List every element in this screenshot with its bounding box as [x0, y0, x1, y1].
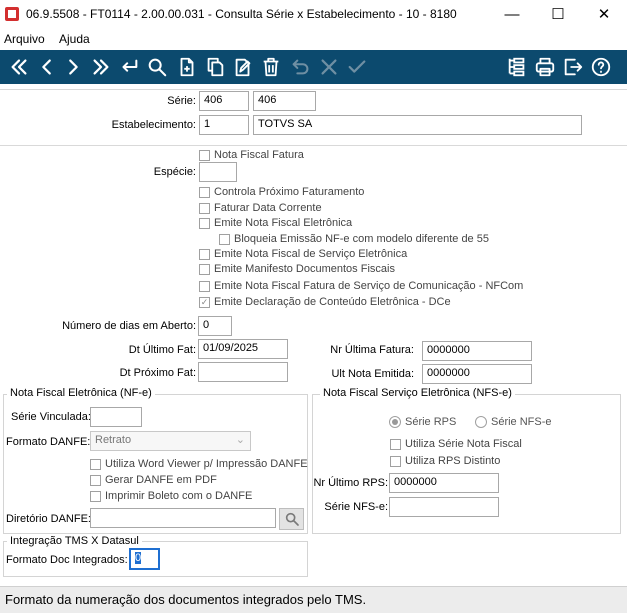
formato-doc-label: Formato Doc Integrados:	[6, 554, 128, 566]
separator	[0, 145, 627, 146]
dt-ultimo-fat-label: Dt Último Fat:	[128, 344, 196, 356]
dt-proximo-fat-field[interactable]	[198, 362, 288, 382]
nota-fiscal-fatura-checkbox[interactable]: Nota Fiscal Fatura	[199, 149, 304, 161]
formato-doc-value: 0	[135, 552, 142, 564]
serie-label: Série:	[167, 95, 196, 107]
print-icon[interactable]	[532, 54, 558, 80]
serie-rps-radio[interactable]: Série RPS	[389, 416, 456, 428]
formato-doc-field[interactable]: 0	[129, 548, 160, 570]
confirm-icon[interactable]	[344, 54, 370, 80]
serie-desc-field: 406	[253, 91, 316, 111]
ult-nota-emitida-label: Ult Nota Emitida:	[331, 368, 414, 380]
goto-icon[interactable]	[116, 54, 142, 80]
utiliza-rps-distinto-checkbox[interactable]: Utiliza RPS Distinto	[390, 455, 500, 467]
title-bar: 06.9.5508 - FT0114 - 2.00.00.031 - Consu…	[0, 0, 627, 28]
cancel-icon[interactable]	[316, 54, 342, 80]
status-bar: Formato da numeração dos documentos inte…	[0, 586, 627, 613]
emite-nfcom-checkbox[interactable]: Emite Nota Fiscal Fatura de Serviço de C…	[199, 280, 523, 292]
nr-ultima-fatura-field[interactable]: 0000000	[422, 341, 532, 361]
estab-desc-field: TOTVS SA	[253, 115, 582, 135]
ult-nota-emitida-field[interactable]: 0000000	[422, 364, 532, 384]
nr-ultimo-rps-field[interactable]: 0000000	[389, 473, 499, 493]
dt-ultimo-fat-field[interactable]: 01/09/2025	[198, 339, 288, 359]
serie-nfse-radio[interactable]: Série NFS-e	[475, 416, 552, 428]
last-icon[interactable]	[88, 54, 114, 80]
especie-field[interactable]	[199, 162, 237, 182]
copy-icon[interactable]	[202, 54, 228, 80]
status-text: Formato da numeração dos documentos inte…	[5, 592, 367, 607]
serie-nfse-label: Série NFS-e:	[324, 501, 388, 513]
emite-nfe-checkbox[interactable]: Emite Nota Fiscal Eletrônica	[199, 217, 352, 229]
edit-icon[interactable]	[230, 54, 256, 80]
delete-icon[interactable]	[258, 54, 284, 80]
gerar-pdf-checkbox[interactable]: Gerar DANFE em PDF	[90, 474, 217, 486]
next-icon[interactable]	[60, 54, 86, 80]
emite-nfse-checkbox[interactable]: Emite Nota Fiscal de Serviço Eletrônica	[199, 248, 407, 260]
nfse-group-legend: Nota Fiscal Serviço Eletrônica (NFS-e)	[320, 387, 515, 399]
dt-proximo-fat-label: Dt Próximo Fat:	[119, 367, 196, 379]
nfe-group-legend: Nota Fiscal Eletrônica (NF-e)	[7, 387, 155, 399]
undo-icon[interactable]	[288, 54, 314, 80]
new-icon[interactable]	[174, 54, 200, 80]
dias-aberto-label: Número de dias em Aberto:	[62, 320, 196, 332]
prev-icon[interactable]	[34, 54, 60, 80]
diretorio-danfe-field[interactable]	[90, 508, 276, 528]
dias-aberto-field[interactable]: 0	[198, 316, 232, 336]
faturar-data-checkbox[interactable]: Faturar Data Corrente	[199, 202, 322, 214]
formato-danfe-label: Formato DANFE:	[6, 436, 91, 448]
emite-dce-checkbox[interactable]: ✓ Emite Declaração de Conteúdo Eletrônica…	[199, 296, 451, 308]
maximize-button[interactable]: ☐	[535, 0, 581, 28]
serie-field[interactable]: 406	[199, 91, 249, 111]
especie-label: Espécie:	[153, 166, 196, 178]
tree-icon[interactable]	[504, 54, 530, 80]
estab-label: Estabelecimento:	[111, 119, 196, 131]
menu-ajuda[interactable]: Ajuda	[59, 32, 90, 46]
separator	[0, 89, 627, 90]
emite-mdfe-checkbox[interactable]: Emite Manifesto Documentos Fiscais	[199, 263, 395, 275]
nr-ultimo-rps-label: Nr Último RPS:	[313, 477, 388, 489]
exit-icon[interactable]	[560, 54, 586, 80]
toolbar	[0, 50, 627, 84]
controla-proximo-checkbox[interactable]: Controla Próximo Faturamento	[199, 186, 364, 198]
formato-danfe-value: Retrato	[95, 434, 132, 446]
menu-bar: Arquivo Ajuda	[0, 29, 627, 49]
word-viewer-checkbox[interactable]: Utiliza Word Viewer p/ Impressão DANFE	[90, 458, 308, 470]
formato-danfe-select[interactable]: Retrato ⌄	[90, 431, 251, 451]
estab-field[interactable]: 1	[199, 115, 249, 135]
bloqueia-nfe-checkbox[interactable]: Bloqueia Emissão NF-e com modelo diferen…	[219, 233, 489, 245]
serie-vinculada-field[interactable]	[90, 407, 142, 427]
nr-ultima-fatura-label: Nr Última Fatura:	[330, 344, 414, 356]
help-icon[interactable]	[588, 54, 614, 80]
tms-group-legend: Integração TMS X Datasul	[7, 535, 142, 547]
search-icon	[285, 512, 299, 526]
diretorio-danfe-label: Diretório DANFE:	[6, 513, 91, 525]
serie-nfse-field[interactable]	[389, 497, 499, 517]
minimize-button[interactable]: —	[489, 0, 535, 28]
search-icon[interactable]	[144, 54, 170, 80]
menu-arquivo[interactable]: Arquivo	[4, 32, 45, 46]
serie-vinculada-label: Série Vinculada:	[11, 411, 91, 423]
imprimir-boleto-checkbox[interactable]: Imprimir Boleto com o DANFE	[90, 490, 252, 502]
window-title: 06.9.5508 - FT0114 - 2.00.00.031 - Consu…	[26, 7, 457, 21]
first-icon[interactable]	[6, 54, 32, 80]
app-icon	[5, 7, 19, 21]
close-button[interactable]: ✕	[581, 0, 627, 28]
utiliza-serie-nf-checkbox[interactable]: Utiliza Série Nota Fiscal	[390, 438, 522, 450]
chevron-down-icon: ⌄	[235, 434, 245, 446]
